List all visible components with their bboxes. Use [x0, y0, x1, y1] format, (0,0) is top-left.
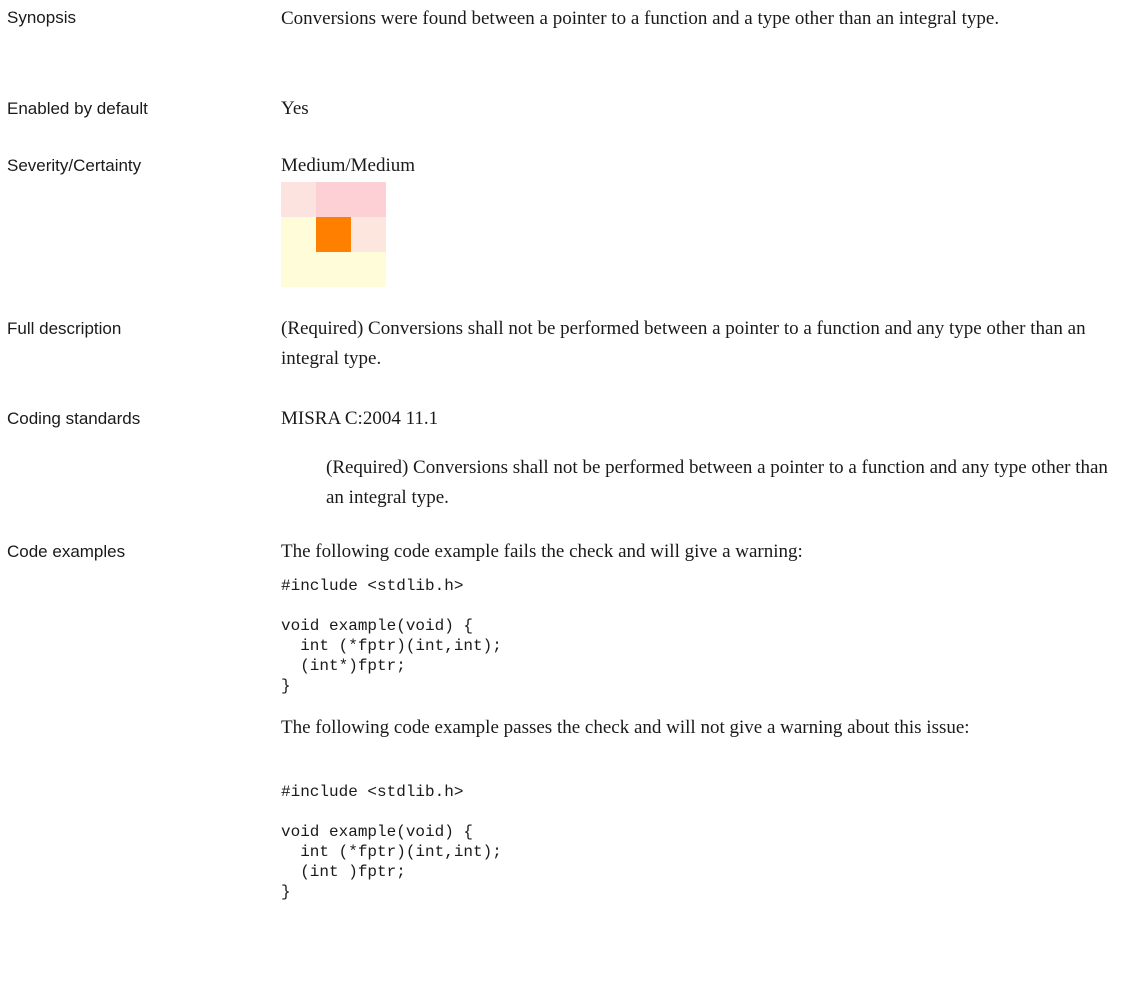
enabled-by-default-value: Yes	[281, 98, 309, 119]
pass-code-block: #include <stdlib.h> void example(void) {…	[281, 783, 502, 901]
full-description-value: (Required) Conversions shall not be perf…	[281, 318, 1086, 369]
matrix-cell-top-right	[351, 182, 386, 217]
coding-standards-label: Coding standards	[7, 409, 141, 428]
severity-certainty-value: Medium/Medium	[281, 155, 416, 176]
synopsis-label: Synopsis	[7, 8, 76, 27]
coding-standards-id: MISRA C:2004 11.1	[281, 408, 439, 429]
matrix-cell-middle-right	[351, 217, 386, 252]
matrix-cell-bottom-right	[351, 252, 386, 287]
pass-example-intro: The following code example passes the ch…	[281, 717, 970, 738]
enabled-by-default-label: Enabled by default	[7, 99, 148, 118]
synopsis-value: Conversions were found between a pointer…	[281, 8, 1000, 29]
code-examples-label: Code examples	[7, 542, 126, 561]
matrix-cell-middle-left	[281, 217, 316, 252]
matrix-cell-top-center	[316, 182, 351, 217]
matrix-cell-bottom-left	[281, 252, 316, 287]
severity-certainty-matrix	[281, 182, 386, 287]
matrix-cell-selected	[316, 217, 351, 252]
matrix-cell-bottom-center	[316, 252, 351, 287]
full-description-label: Full description	[7, 319, 122, 338]
severity-certainty-label: Severity/Certainty	[7, 156, 142, 175]
matrix-cell-top-left	[281, 182, 316, 217]
fail-code-block: #include <stdlib.h> void example(void) {…	[281, 577, 502, 695]
coding-standards-text: (Required) Conversions shall not be perf…	[326, 457, 1108, 508]
fail-example-intro: The following code example fails the che…	[281, 541, 803, 562]
